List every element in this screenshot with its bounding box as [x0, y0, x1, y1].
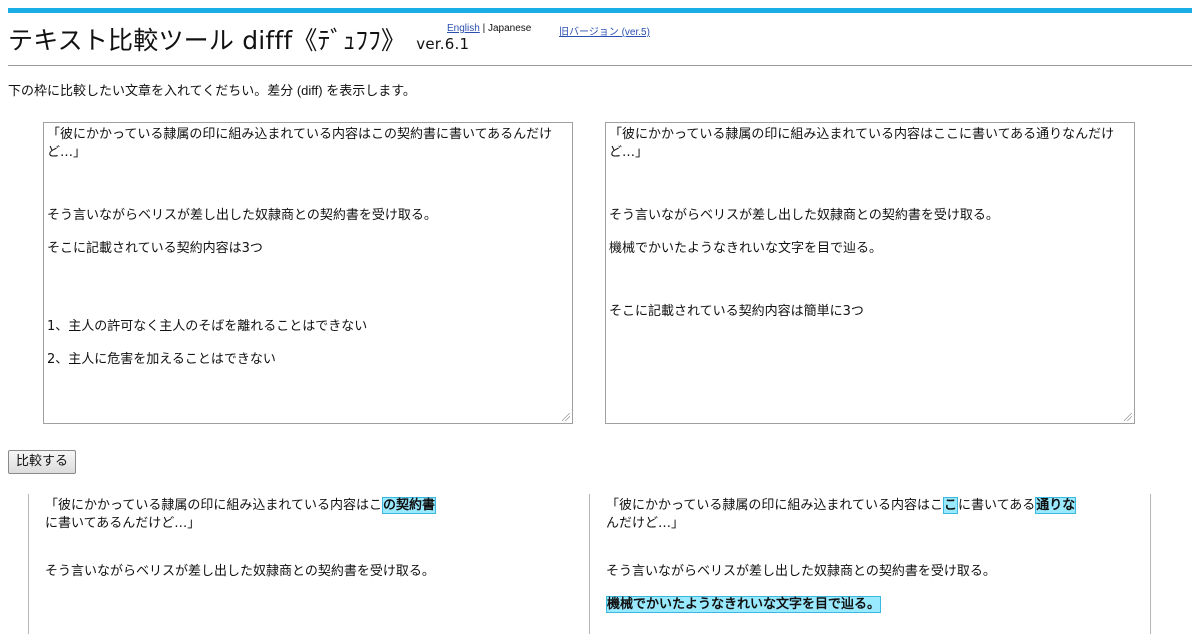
- text-line: 「彼にかかっている隷属の印に組み込まれている内容はこの契約書に書いてあるんだけど…: [47, 127, 553, 160]
- compare-button[interactable]: 比較する: [8, 450, 77, 474]
- lang-separator: |: [479, 23, 488, 34]
- result-line: [606, 533, 1150, 548]
- result-line: 「彼にかかっている隷属の印に組み込まれている内容はここに書いてある通りなんだけど…: [606, 497, 1150, 533]
- text-line: [609, 177, 1131, 192]
- result-text: んだけど…」: [606, 516, 685, 531]
- text-line: [609, 162, 1131, 177]
- left-result-panel: 「彼にかかっている隷属の印に組み込まれている内容はこの契約書に書いてあるんだけど…: [28, 494, 590, 634]
- language-switcher: English | Japanese: [447, 23, 531, 34]
- text-line: [47, 303, 569, 318]
- result-line: そう言いながらベリスが差し出した奴隷商との契約書を受け取る。: [45, 564, 435, 579]
- text-line: 機械でかいたようなきれいな文字を目で辿る。: [609, 241, 883, 256]
- page-title: テキスト比較ツール difff《ﾃﾞｭﾌﾌ》 ver.6.1: [8, 24, 469, 61]
- right-text-input[interactable]: 「彼にかかっている隷属の印に組み込まれている内容はここに書いてある通りなんだけど…: [605, 122, 1135, 424]
- text-line: [609, 192, 1131, 207]
- diff-highlight: の契約書: [381, 497, 436, 514]
- text-line: [47, 258, 569, 273]
- intro-text: 下の枠に比較したい文章を入れてくだちい。差分 (diff) を表示します。: [8, 83, 416, 98]
- top-accent-bar: [8, 8, 1192, 13]
- text-line: そこに記載されている契約内容は簡単に3つ: [609, 304, 864, 319]
- text-line: [609, 225, 1131, 240]
- result-line: そう言いながらベリスが差し出した奴隷商との契約書を受け取る。: [606, 564, 996, 579]
- result-line: [606, 581, 1150, 596]
- text-line: [47, 273, 569, 288]
- header-divider: [8, 65, 1192, 66]
- result-text: 「彼にかかっている隷属の印に組み込まれている内容はこ: [606, 498, 943, 513]
- text-line: [47, 192, 569, 207]
- version-label: ver.6.1: [416, 35, 470, 53]
- text-line: [609, 288, 1131, 303]
- old-version-link[interactable]: 旧バージョン (ver.5): [559, 23, 650, 38]
- result-text: 「彼にかかっている隷属の印に組み込まれている内容はこ: [45, 498, 382, 513]
- result-line: 機械でかいたようなきれいな文字を目で辿る。: [606, 596, 1150, 614]
- result-line: 「彼にかかっている隷属の印に組み込まれている内容はこの契約書に書いてあるんだけど…: [45, 497, 590, 533]
- text-line: そう言いながらベリスが差し出した奴隷商との契約書を受け取る。: [609, 208, 999, 223]
- text-line: そこに記載されている契約内容は3つ: [47, 241, 263, 256]
- text-line: そう言いながらベリスが差し出した奴隷商との契約書を受け取る。: [47, 208, 437, 223]
- diff-highlight: 機械でかいたようなきれいな文字を目で辿る。: [606, 596, 882, 613]
- title-text: テキスト比較ツール difff《ﾃﾞｭﾌﾌ》: [8, 26, 407, 55]
- result-text: に書いてあるんだけど…」: [45, 516, 201, 531]
- text-line: [47, 162, 569, 177]
- result-line: [45, 548, 590, 563]
- diff-highlight: 通りな: [1035, 497, 1077, 514]
- text-line: [47, 288, 569, 303]
- text-line: [47, 177, 569, 192]
- right-result-panel: 「彼にかかっている隷属の印に組み込まれている内容はここに書いてある通りなんだけど…: [589, 494, 1151, 634]
- japanese-current: Japanese: [487, 23, 532, 34]
- result-line: [45, 533, 590, 548]
- resize-grip-icon[interactable]: [1124, 413, 1132, 421]
- text-line: [47, 225, 569, 240]
- text-line: [609, 258, 1131, 273]
- text-line: 「彼にかかっている隷属の印に組み込まれている内容はここに書いてある通りなんだけど…: [609, 127, 1115, 160]
- left-text-input[interactable]: 「彼にかかっている隷属の印に組み込まれている内容はこの契約書に書いてあるんだけど…: [43, 122, 573, 424]
- text-line: [609, 273, 1131, 288]
- result-line: [606, 548, 1150, 563]
- resize-grip-icon[interactable]: [562, 413, 570, 421]
- text-line: 1、主人の許可なく主人のそばを離れることはできない: [47, 319, 368, 334]
- result-text: に書いてある: [957, 498, 1036, 513]
- english-link[interactable]: English: [447, 23, 480, 34]
- text-line: [47, 336, 569, 351]
- text-line: 2、主人に危害を加えることはできない: [47, 352, 276, 367]
- diff-highlight: こ: [942, 497, 958, 514]
